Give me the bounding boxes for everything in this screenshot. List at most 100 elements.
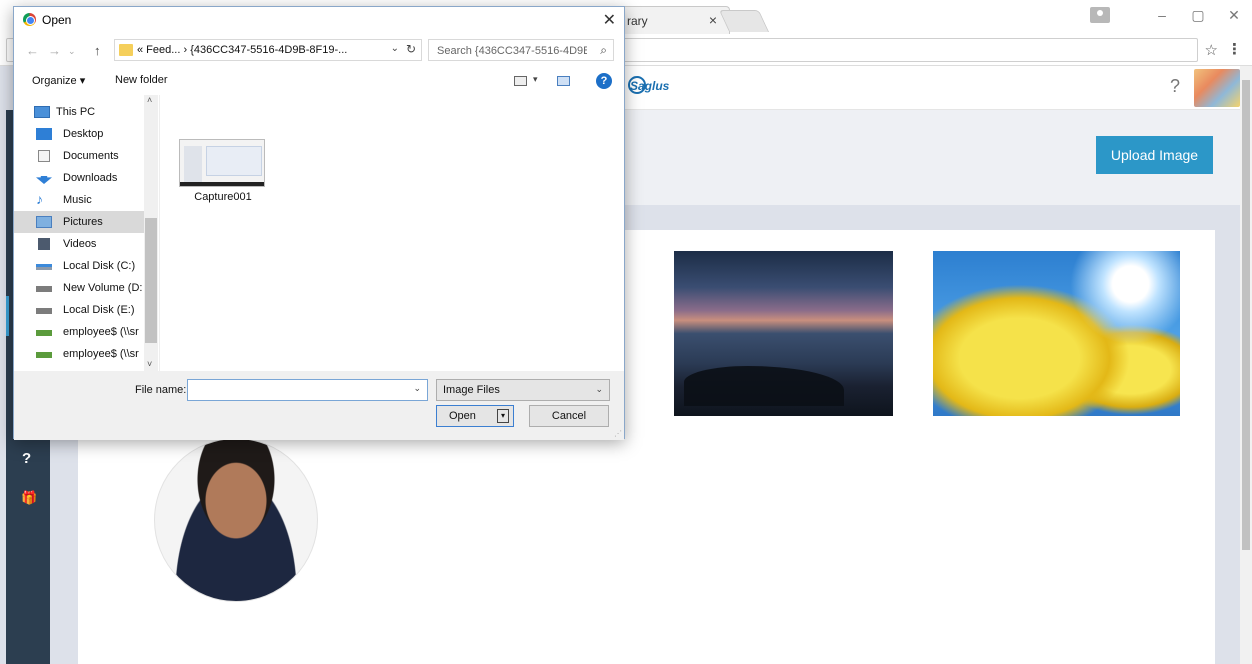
sidebar-active-indicator xyxy=(6,296,9,336)
nav-item-downloads[interactable]: Downloads xyxy=(14,167,144,189)
dialog-navbar: ← → ⌄ ↑ « Feed... › {436CC347-5516-4D9B-… xyxy=(14,36,624,66)
documents-icon xyxy=(38,150,50,162)
search-input[interactable]: Search {436CC347-5516-4D9B... ⌕ xyxy=(428,39,614,61)
file-name-dropdown-icon[interactable]: ⌄ xyxy=(413,383,421,394)
nav-pane-scrollbar-thumb[interactable] xyxy=(145,218,157,343)
file-thumbnail xyxy=(179,139,265,187)
resize-grip-icon[interactable]: ⋰ xyxy=(614,429,622,438)
file-type-select[interactable]: Image Files ⌄ xyxy=(436,379,610,401)
forward-arrow-icon[interactable]: → xyxy=(48,43,61,58)
open-button-label: Open xyxy=(449,410,476,422)
search-icon[interactable]: ⌕ xyxy=(600,43,607,58)
bookmark-star-icon[interactable]: ☆ xyxy=(1205,41,1218,59)
help-icon[interactable]: ? xyxy=(1170,76,1180,97)
help-icon[interactable]: ? xyxy=(596,73,612,89)
nav-item-label: employee$ (\\sr xyxy=(63,326,139,338)
drive-icon xyxy=(36,286,52,292)
dialog-title: Open xyxy=(42,13,72,27)
path-breadcrumb[interactable]: « Feed... › {436CC347-5516-4D9B-8F19-...… xyxy=(114,39,422,61)
nav-item-label: Local Disk (C:) xyxy=(63,260,136,272)
page-scrollbar-thumb[interactable] xyxy=(1242,80,1250,550)
back-arrow-icon[interactable]: ← xyxy=(26,43,39,58)
nav-pane-scrollbar[interactable]: ˄ ˅ xyxy=(144,95,158,371)
nav-item-music[interactable]: ♪ Music xyxy=(14,189,144,211)
change-view-icon[interactable] xyxy=(514,76,527,86)
downloads-icon xyxy=(36,172,52,184)
up-arrow-icon[interactable]: ↑ xyxy=(94,43,101,58)
upload-image-button[interactable]: Upload Image xyxy=(1096,136,1213,174)
scroll-down-icon[interactable]: ˅ xyxy=(147,359,152,369)
gallery-image-lemonade[interactable] xyxy=(933,251,1180,416)
path-text[interactable]: « Feed... › {436CC347-5516-4D9B-8F19-... xyxy=(137,44,347,56)
file-type-dropdown-icon[interactable]: ⌄ xyxy=(595,384,603,395)
thumbnail-taskbar-strip xyxy=(180,182,264,186)
dialog-footer: File name: ⌄ Image Files ⌄ Open ▾ Cancel… xyxy=(14,371,624,440)
browser-menu-icon[interactable]: ⋮ xyxy=(1227,40,1242,58)
nav-item-local-disk-c[interactable]: Local Disk (C:) xyxy=(14,255,144,277)
minimize-button[interactable]: – xyxy=(1144,7,1180,23)
nav-item-label: Desktop xyxy=(63,128,104,140)
sidebar-help-icon[interactable]: ? xyxy=(22,450,31,467)
drive-icon xyxy=(36,264,52,270)
recent-locations-icon[interactable]: ⌄ xyxy=(68,46,76,57)
profile-icon[interactable] xyxy=(1090,7,1110,23)
search-placeholder: Search {436CC347-5516-4D9B... xyxy=(437,45,587,57)
view-options-dropdown-icon[interactable]: ▾ xyxy=(533,74,538,85)
open-file-dialog: Open ✕ ← → ⌄ ↑ « Feed... › {436CC347-551… xyxy=(13,6,625,440)
dialog-titlebar: Open ✕ xyxy=(14,7,624,33)
open-split-dropdown-icon[interactable]: ▾ xyxy=(497,409,509,423)
new-folder-button[interactable]: New folder xyxy=(115,74,168,86)
file-item[interactable]: Capture001 xyxy=(179,139,267,209)
nav-item-network-drive-1[interactable]: employee$ (\\sr xyxy=(14,321,144,343)
nav-item-label: Pictures xyxy=(63,216,103,228)
site-logo[interactable]: Saglus xyxy=(630,79,669,93)
folder-icon xyxy=(119,44,133,56)
nav-item-label: Downloads xyxy=(63,172,118,184)
file-name-input[interactable]: ⌄ xyxy=(187,379,428,401)
file-name-label: File name: xyxy=(135,384,187,396)
videos-icon xyxy=(38,238,50,250)
tab-title: rary xyxy=(627,14,648,28)
nav-item-this-pc[interactable]: This PC xyxy=(14,101,144,123)
dialog-toolbar: Organize ▾ New folder ▾ ? xyxy=(14,69,624,95)
pictures-icon xyxy=(36,216,52,228)
computer-icon xyxy=(34,106,50,118)
dialog-close-button[interactable]: ✕ xyxy=(603,10,616,30)
refresh-icon[interactable]: ↻ xyxy=(406,42,416,56)
nav-item-local-disk-e[interactable]: Local Disk (E:) xyxy=(14,299,144,321)
tab-close-icon[interactable]: × xyxy=(709,12,717,28)
nav-item-desktop[interactable]: Desktop xyxy=(14,123,144,145)
desktop-icon xyxy=(36,128,52,140)
nav-item-label: Documents xyxy=(63,150,119,162)
page-scrollbar[interactable] xyxy=(1240,66,1252,664)
nav-item-label: Music xyxy=(63,194,92,206)
navigation-pane: This PC Desktop Documents Downloads ♪ Mu… xyxy=(14,95,158,371)
nav-item-label: Local Disk (E:) xyxy=(63,304,135,316)
organize-button[interactable]: Organize ▾ xyxy=(32,74,85,87)
nav-item-label: employee$ (\\sr xyxy=(63,348,139,360)
gallery-image-seascape[interactable] xyxy=(674,251,893,416)
profile-photo[interactable] xyxy=(154,438,318,602)
window-controls: – ▢ ✕ xyxy=(1090,0,1252,30)
drive-icon xyxy=(36,308,52,314)
nav-item-new-volume-d[interactable]: New Volume (D: xyxy=(14,277,144,299)
music-icon: ♪ xyxy=(36,191,43,207)
nav-item-documents[interactable]: Documents xyxy=(14,145,144,167)
nav-item-network-drive-2[interactable]: employee$ (\\sr xyxy=(14,343,144,365)
path-dropdown-icon[interactable]: ⌄ xyxy=(391,43,399,54)
user-avatar[interactable] xyxy=(1194,69,1240,107)
sidebar-gift-icon[interactable]: 🎁 xyxy=(21,490,37,506)
nav-item-pictures[interactable]: Pictures xyxy=(14,211,144,233)
nav-item-label: New Volume (D: xyxy=(63,282,143,294)
file-type-selected: Image Files xyxy=(443,384,500,396)
window-close-button[interactable]: ✕ xyxy=(1216,7,1252,24)
open-button[interactable]: Open ▾ xyxy=(436,405,514,427)
preview-pane-icon[interactable] xyxy=(557,76,570,86)
restore-button[interactable]: ▢ xyxy=(1180,7,1216,24)
cancel-button[interactable]: Cancel xyxy=(529,405,609,427)
nav-item-videos[interactable]: Videos xyxy=(14,233,144,255)
chrome-icon xyxy=(23,13,36,26)
network-drive-icon xyxy=(36,330,52,336)
file-name: Capture001 xyxy=(194,191,252,203)
scroll-up-icon[interactable]: ˄ xyxy=(147,95,152,105)
